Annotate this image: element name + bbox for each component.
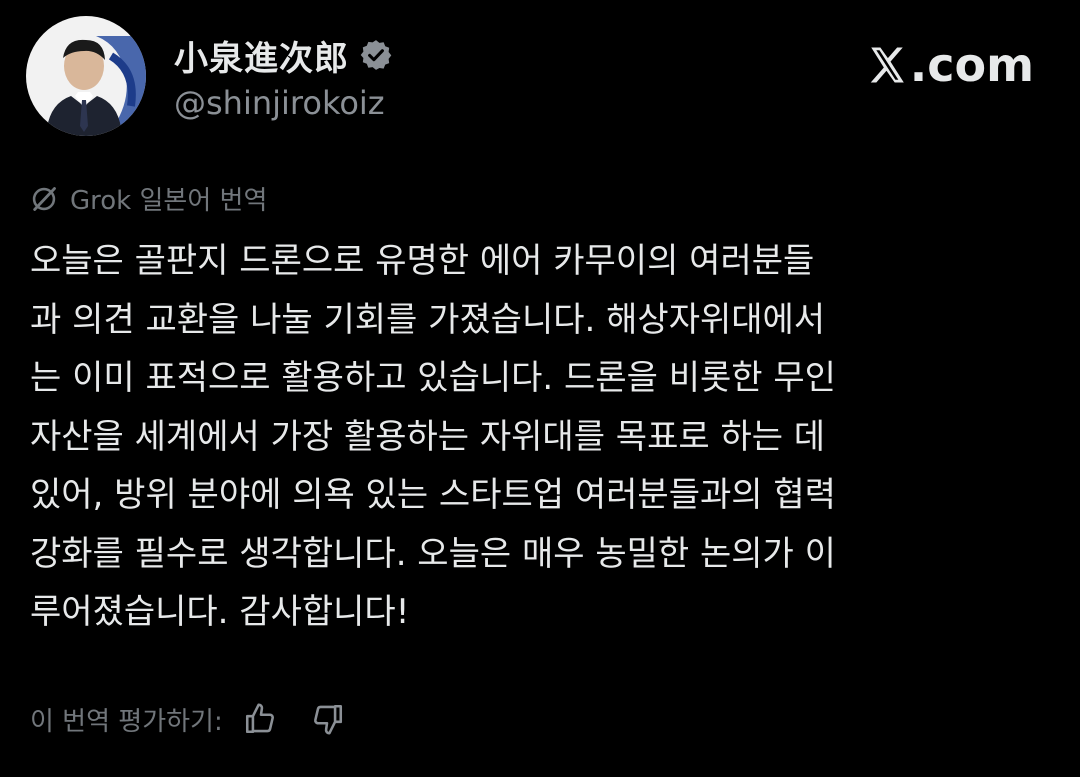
verified-badge-icon	[359, 38, 393, 72]
profile-photo-icon	[26, 16, 146, 136]
brand-watermark: .com	[866, 38, 1034, 92]
tweet-line: 강화를 필수로 생각합니다. 오늘은 매우 농밀한 논의가 이	[30, 533, 836, 574]
user-info: 小泉進次郎 @shinjirokoiz	[174, 30, 393, 122]
user-handle[interactable]: @shinjirokoiz	[174, 84, 393, 122]
tweet-line: 자산을 세계에서 가장 활용하는 자위대를 목표로 하는 데	[30, 416, 826, 457]
tweet-text: 오늘은 골판지 드론으로 유명한 에어 카무이의 여러분들 과 의견 교환을 나…	[30, 232, 1040, 642]
thumbs-up-button[interactable]	[241, 700, 279, 738]
x-logo-icon	[870, 47, 904, 83]
grok-icon	[32, 186, 56, 211]
translation-label: Grok 일본어 번역	[30, 180, 267, 217]
tweet-line: 는 이미 표적으로 활용하고 있습니다. 드론을 비롯한 무인	[30, 358, 836, 398]
display-name[interactable]: 小泉進次郎	[174, 31, 349, 80]
thumbs-down-icon	[313, 704, 342, 735]
tweet-line: 루어졌습니다. 감사합니다!	[30, 592, 410, 632]
rate-translation-label: 이 번역 평가하기:	[30, 706, 223, 737]
brand-text: .com	[909, 38, 1034, 92]
rate-translation-row: 이 번역 평가하기:	[30, 700, 347, 738]
tweet-header: 小泉進次郎 @shinjirokoiz .com	[26, 16, 1056, 146]
tweet-line: 있어, 방위 분야에 의욕 있는 스타트업 여러분들과의 협력	[30, 475, 836, 515]
display-name-row: 小泉進次郎	[174, 30, 393, 80]
thumbs-up-icon	[245, 703, 274, 734]
translation-label-text: Grok 일본어 번역	[70, 186, 268, 216]
thumbs-down-button[interactable]	[309, 700, 347, 738]
tweet-line: 오늘은 골판지 드론으로 유명한 에어 카무이의 여러분들	[30, 241, 815, 281]
avatar[interactable]	[26, 16, 146, 136]
tweet-line: 과 의견 교환을 나눌 기회를 가졌습니다. 해상자위대에서	[30, 299, 826, 340]
